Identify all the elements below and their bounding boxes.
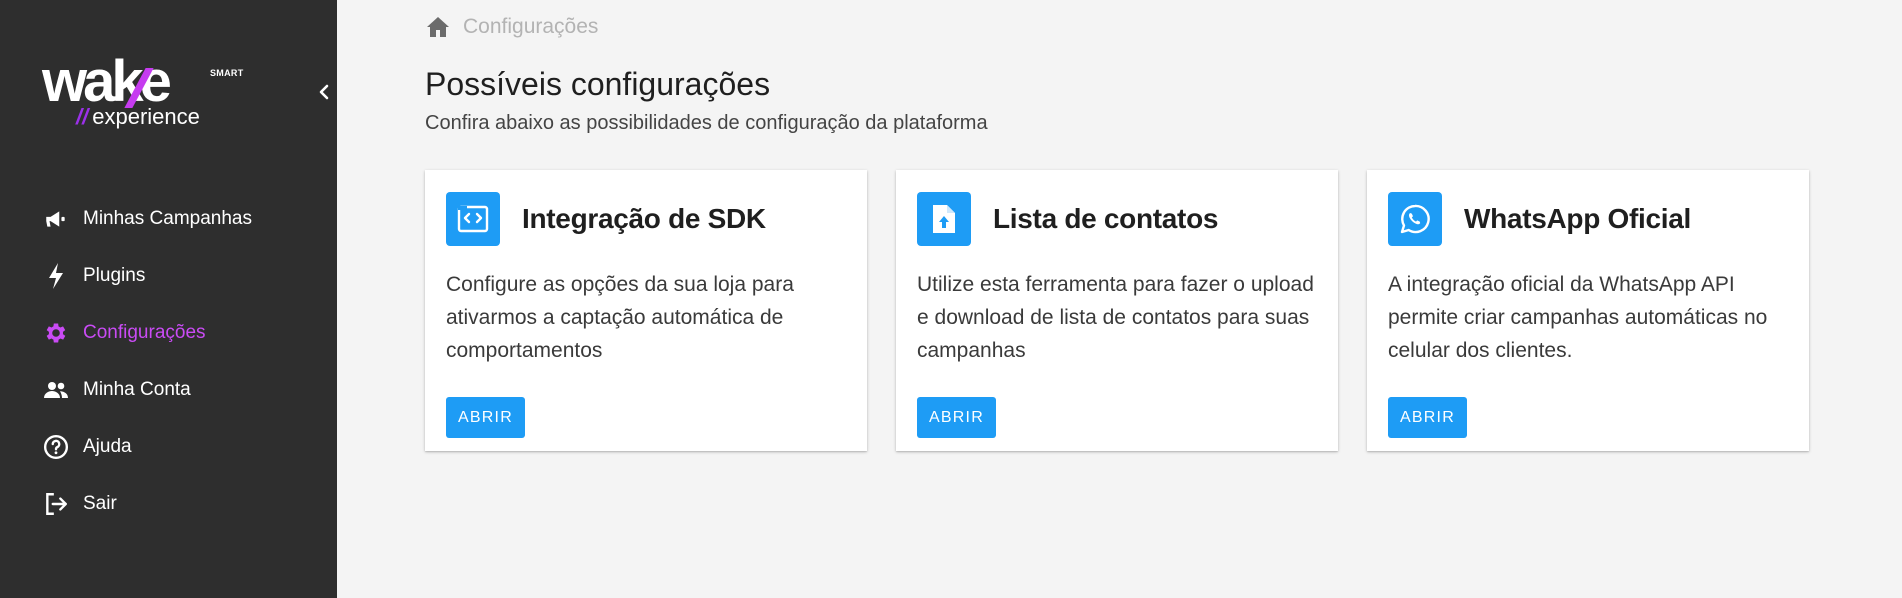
code-window-icon — [446, 192, 500, 246]
sidebar-nav: Minhas Campanhas Plugins Configurações M… — [0, 190, 337, 532]
file-upload-icon — [917, 192, 971, 246]
open-sdk-button[interactable]: ABRIR — [446, 397, 525, 438]
logo-subtitle: //experience — [76, 104, 200, 130]
card-contact-list: Lista de contatos Utilize esta ferrament… — [896, 170, 1338, 451]
people-icon — [42, 376, 70, 404]
megaphone-icon — [42, 205, 70, 233]
whatsapp-icon — [1388, 192, 1442, 246]
page-subtitle: Confira abaixo as possibilidades de conf… — [425, 112, 988, 134]
sidebar-item-label: Configurações — [83, 321, 206, 343]
wake-logo[interactable]: wake SMART //experience — [42, 52, 257, 134]
card-title: Lista de contatos — [993, 203, 1219, 234]
logo-subtitle-text: experience — [92, 104, 200, 129]
gear-icon — [42, 319, 70, 347]
sidebar-item-settings[interactable]: Configurações — [0, 304, 337, 361]
logo-badge: SMART — [210, 68, 244, 78]
sidebar-item-label: Minhas Campanhas — [83, 207, 252, 229]
help-circle-icon — [42, 433, 70, 461]
sidebar-item-label: Plugins — [83, 264, 146, 286]
collapse-sidebar-button[interactable] — [312, 80, 336, 104]
logo-bars: // — [76, 104, 89, 129]
sidebar-item-label: Sair — [83, 492, 117, 514]
sidebar-item-label: Minha Conta — [83, 378, 191, 400]
card-description: A integração oficial da WhatsApp API per… — [1388, 273, 1768, 362]
logout-icon — [42, 490, 70, 518]
card-whatsapp: WhatsApp Oficial A integração oficial da… — [1367, 170, 1809, 451]
card-sdk-integration: Integração de SDK Configure as opções da… — [425, 170, 867, 451]
sidebar-item-plugins[interactable]: Plugins — [0, 247, 337, 304]
sidebar: wake SMART //experience Minhas Campanhas… — [0, 0, 337, 598]
sidebar-item-campaigns[interactable]: Minhas Campanhas — [0, 190, 337, 247]
card-description: Utilize esta ferramenta para fazer o upl… — [917, 273, 1314, 362]
sidebar-item-help[interactable]: Ajuda — [0, 418, 337, 475]
chevron-left-icon — [319, 84, 329, 100]
home-icon[interactable] — [425, 14, 451, 40]
card-title: Integração de SDK — [522, 203, 766, 234]
breadcrumb: Configurações — [425, 14, 598, 40]
sidebar-item-logout[interactable]: Sair — [0, 475, 337, 532]
page-title: Possíveis configurações — [425, 66, 771, 102]
card-description: Configure as opções da sua loja para ati… — [446, 273, 794, 362]
breadcrumb-current: Configurações — [463, 15, 599, 38]
logo-wordmark: wake — [42, 52, 172, 112]
card-title: WhatsApp Oficial — [1464, 203, 1691, 234]
main-content: Configurações Possíveis configurações Co… — [337, 0, 1902, 598]
sidebar-item-account[interactable]: Minha Conta — [0, 361, 337, 418]
bolt-icon — [42, 262, 70, 290]
open-contact-list-button[interactable]: ABRIR — [917, 397, 996, 438]
sidebar-item-label: Ajuda — [83, 435, 132, 457]
open-whatsapp-button[interactable]: ABRIR — [1388, 397, 1467, 438]
